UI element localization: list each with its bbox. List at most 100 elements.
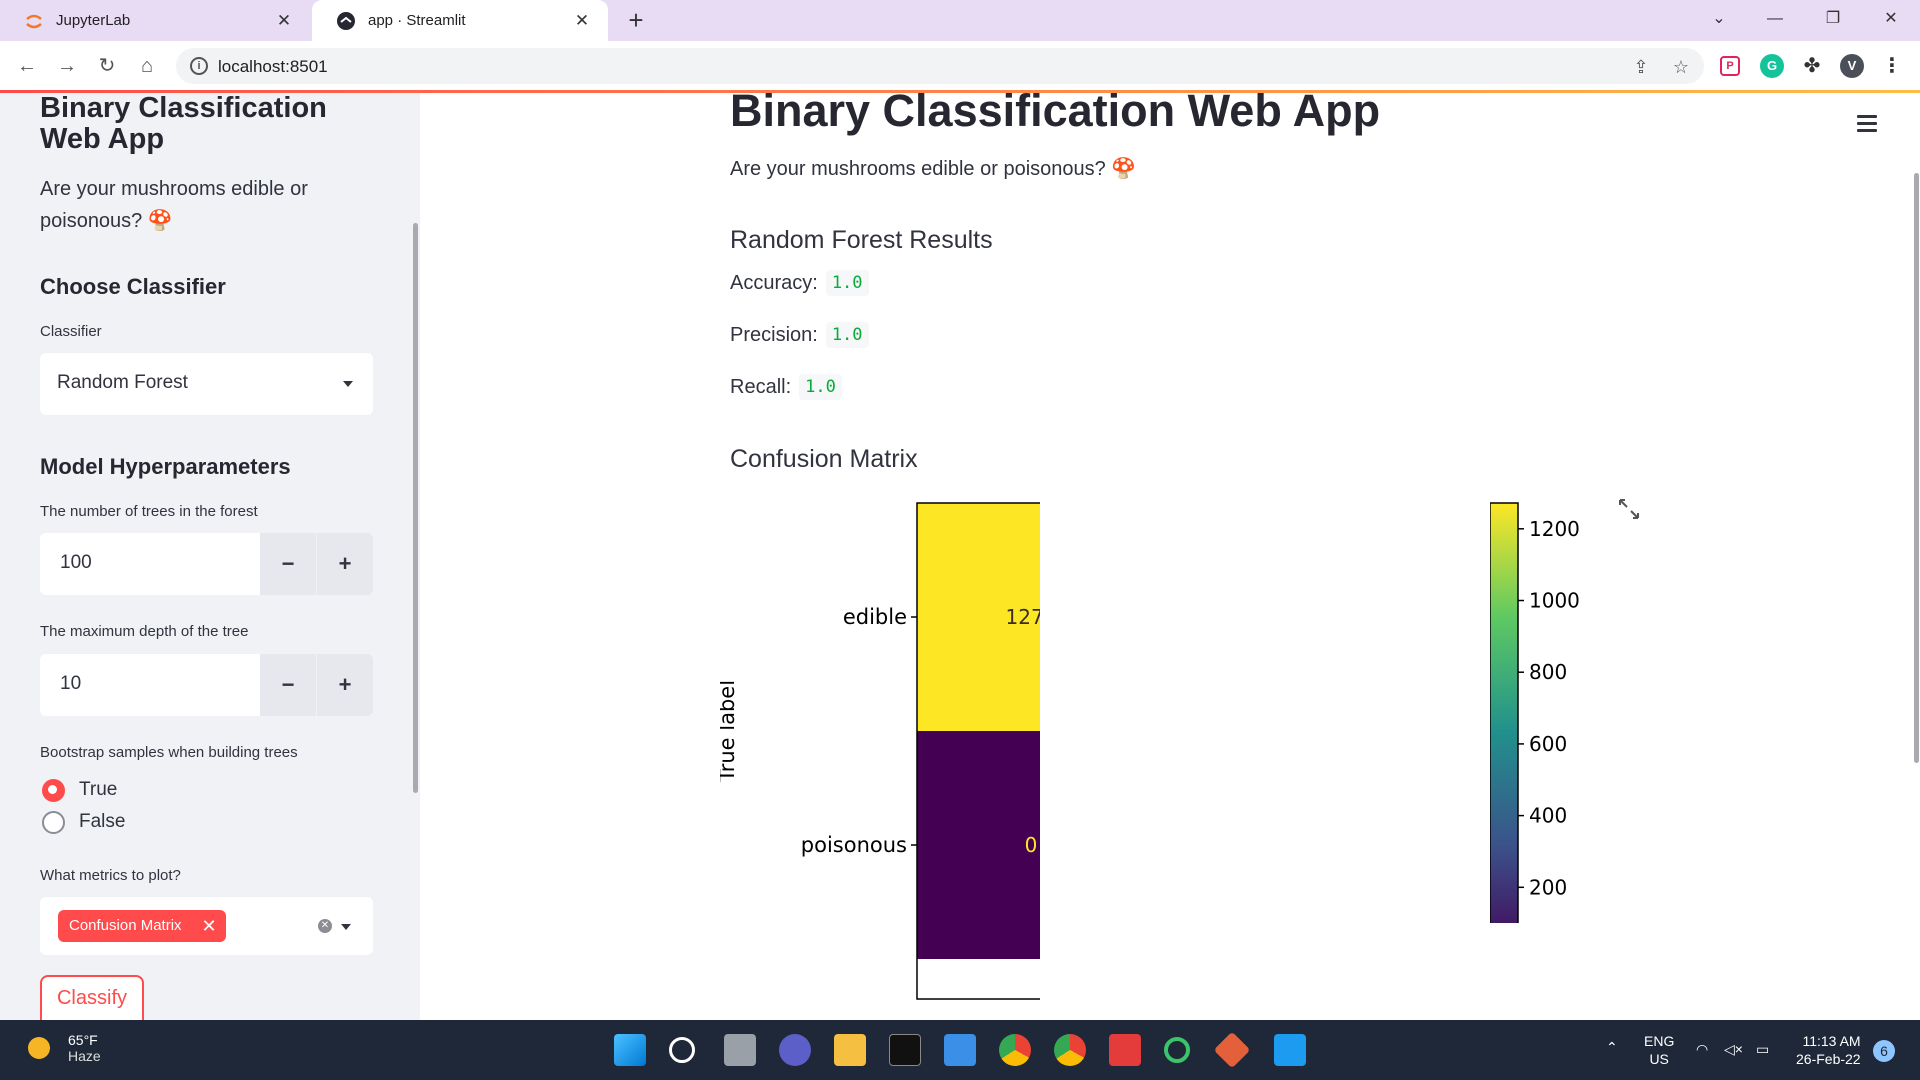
notepad-icon[interactable] — [944, 1034, 976, 1066]
new-tab-button[interactable]: + — [620, 4, 652, 36]
bootstrap-label: Bootstrap samples when building trees — [40, 744, 298, 761]
close-icon[interactable]: ✕ — [270, 11, 298, 31]
tab-streamlit[interactable]: app · Streamlit ✕ — [312, 0, 608, 41]
bootstrap-radio-true[interactable]: True — [42, 775, 242, 805]
battery-icon[interactable]: ▭ — [1756, 1040, 1769, 1058]
address-bar[interactable]: i localhost:8501 ⇪ ☆ — [176, 48, 1704, 84]
max-depth-increment-button[interactable]: + — [317, 654, 373, 716]
colorbar-tick-label: 800 — [1529, 660, 1567, 684]
metric-label: Recall: — [730, 375, 792, 398]
chat-icon[interactable] — [779, 1034, 811, 1066]
radio-label: True — [79, 779, 118, 800]
y-axis-label: True label — [720, 680, 739, 783]
app-ring-icon[interactable] — [1164, 1037, 1190, 1063]
chevron-down-icon — [343, 381, 353, 387]
recall-metric: Recall: 1.0 — [730, 374, 842, 400]
grammarly-extension-icon[interactable]: G — [1760, 54, 1784, 78]
close-icon[interactable]: ✕ — [568, 11, 596, 31]
minimize-button[interactable]: — — [1750, 0, 1800, 41]
search-icon[interactable] — [669, 1037, 695, 1063]
metric-value: 1.0 — [825, 322, 869, 348]
reload-icon[interactable]: ↻ — [91, 50, 123, 82]
chrome-icon[interactable] — [999, 1034, 1031, 1066]
max-depth-decrement-button[interactable]: − — [260, 654, 316, 716]
hamburger-menu-icon[interactable] — [1857, 115, 1877, 136]
git-icon[interactable] — [1213, 1031, 1251, 1069]
wifi-icon[interactable]: ◠ — [1696, 1040, 1708, 1058]
max-depth-value: 10 — [60, 673, 82, 694]
extensions-puzzle-icon[interactable]: ✤ — [1800, 54, 1824, 78]
clock[interactable]: 11:13 AM 26-Feb-22 — [1796, 1032, 1861, 1068]
cell-value-label: 0 — [1025, 833, 1038, 857]
main-content: Binary Classification Web App Are your m… — [420, 93, 1920, 1020]
tab-search-icon[interactable]: ⌄ — [1694, 0, 1744, 41]
notification-badge[interactable]: 6 — [1873, 1040, 1895, 1062]
share-icon[interactable]: ⇪ — [1630, 56, 1652, 78]
y-tick-label: poisonous — [801, 833, 907, 857]
n-trees-value: 100 — [60, 552, 92, 573]
pocket-extension-icon[interactable]: P — [1720, 56, 1740, 76]
terminal-icon[interactable] — [889, 1034, 921, 1066]
language-indicator[interactable]: ENG US — [1644, 1032, 1674, 1068]
metric-chip[interactable]: Confusion Matrix ✕ — [58, 910, 226, 942]
metric-value: 1.0 — [799, 374, 842, 400]
classify-button[interactable]: Classify — [40, 975, 144, 1020]
n-trees-increment-button[interactable]: + — [317, 533, 373, 595]
y-tick-label: edible — [843, 605, 907, 629]
tab-jupyterlab[interactable]: JupyterLab ✕ — [0, 0, 310, 41]
metrics-label: What metrics to plot? — [40, 867, 181, 884]
vscode-icon[interactable] — [1274, 1034, 1306, 1066]
max-depth-label: The maximum depth of the tree — [40, 623, 249, 640]
region-code: US — [1649, 1051, 1669, 1067]
menu-dots-icon[interactable]: ⋮ — [1880, 54, 1904, 78]
classifier-select[interactable]: Random Forest — [40, 353, 373, 415]
forward-arrow-icon[interactable]: → — [51, 50, 83, 82]
speaker-muted-icon[interactable]: ◁× — [1724, 1040, 1743, 1058]
colorbar-tick-label: 600 — [1529, 732, 1567, 756]
radio-label: False — [79, 811, 126, 832]
language-code: ENG — [1644, 1033, 1675, 1049]
start-icon[interactable] — [614, 1034, 646, 1066]
close-window-button[interactable]: ✕ — [1866, 0, 1916, 41]
max-depth-stepper: 10 − + — [40, 654, 373, 716]
browser-toolbar: ← → ↻ ⌂ i localhost:8501 ⇪ ☆ P G ✤ V ⋮ — [0, 41, 1920, 91]
colorbar-tick-label: 200 — [1529, 875, 1567, 899]
wps-office-icon[interactable] — [1109, 1034, 1141, 1066]
back-arrow-icon[interactable]: ← — [11, 50, 43, 82]
restore-button[interactable]: ❐ — [1808, 0, 1858, 41]
sidebar-scrollbar[interactable] — [413, 223, 418, 793]
metrics-multiselect[interactable]: Confusion Matrix ✕ ✕ — [40, 897, 373, 955]
precision-metric: Precision: 1.0 — [730, 322, 869, 348]
main-scrollbar[interactable] — [1914, 173, 1919, 763]
streamlit-icon — [336, 11, 356, 31]
metric-chip-label: Confusion Matrix — [69, 917, 182, 934]
home-icon[interactable]: ⌂ — [131, 50, 163, 82]
chevron-up-icon[interactable]: ⌃ — [1606, 1038, 1618, 1056]
bookmark-star-icon[interactable]: ☆ — [1670, 56, 1692, 78]
tab-title: app · Streamlit — [368, 12, 466, 29]
weather-widget[interactable]: 65°F Haze — [28, 1032, 101, 1064]
bootstrap-radio-false[interactable]: False — [42, 807, 242, 837]
url-text: localhost:8501 — [218, 57, 328, 76]
browser-tab-strip: JupyterLab ✕ app · Streamlit ✕ + ⌄ — ❐ ✕ — [0, 0, 1920, 41]
chip-remove-icon[interactable]: ✕ — [201, 910, 216, 942]
task-view-icon[interactable] — [724, 1034, 756, 1066]
n-trees-input[interactable]: 100 — [40, 533, 260, 595]
clear-all-icon[interactable]: ✕ — [318, 919, 332, 933]
chevron-down-icon[interactable] — [341, 924, 351, 930]
page-title: Binary Classification Web App — [730, 93, 1381, 136]
weather-condition: Haze — [68, 1048, 101, 1064]
choose-classifier-heading: Choose Classifier — [40, 274, 226, 299]
date: 26-Feb-22 — [1796, 1051, 1861, 1067]
jupyter-icon — [24, 11, 44, 31]
max-depth-input[interactable]: 10 — [40, 654, 260, 716]
sidebar-title: Binary Classification Web App — [40, 93, 327, 155]
chrome-profile-icon[interactable] — [1054, 1034, 1086, 1066]
file-explorer-icon[interactable] — [834, 1034, 866, 1066]
profile-avatar[interactable]: V — [1840, 54, 1864, 78]
hyperparameters-heading: Model Hyperparameters — [40, 454, 291, 479]
n-trees-decrement-button[interactable]: − — [260, 533, 316, 595]
info-icon[interactable]: i — [190, 57, 208, 75]
tab-title: JupyterLab — [56, 12, 131, 29]
cell-value-label: 1272 — [1006, 605, 1040, 629]
